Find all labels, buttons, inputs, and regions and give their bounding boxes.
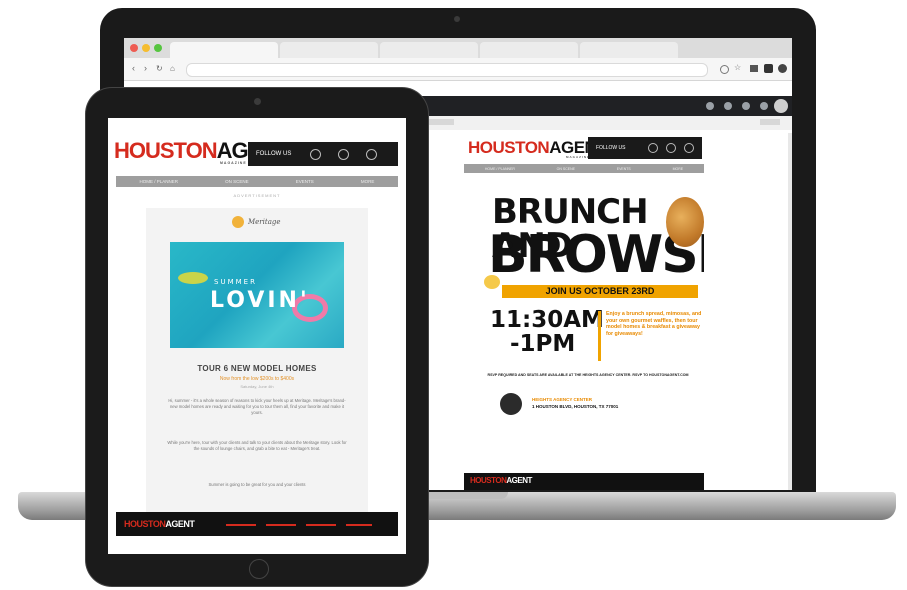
footer-link[interactable] (226, 524, 256, 526)
footer-logo[interactable]: HOUSTONAGENT (124, 520, 195, 529)
waffle-image (666, 197, 704, 247)
email-nav: HOME / PLANNER ON SCENE EVENTS MORE (116, 176, 398, 187)
nav-item-home[interactable]: HOME / PLANNER (140, 179, 179, 184)
follow-us-bar: FOLLOW US (588, 137, 702, 159)
follow-us-bar: FOLLOW US (248, 142, 398, 166)
scrollbar[interactable] (788, 133, 792, 490)
meritage-logo-icon (232, 216, 244, 228)
facebook-icon[interactable] (648, 143, 658, 153)
avatar[interactable] (774, 99, 788, 113)
instagram-icon[interactable] (338, 149, 349, 160)
mimosa-image (484, 275, 500, 289)
twitter-icon[interactable] (684, 143, 694, 153)
extension-icon[interactable] (764, 64, 773, 73)
ad-fine-print: RSVP REQUIRED AND SEATS ARE AVAILABLE AT… (487, 373, 689, 377)
ad-time-start: 11:30AM (490, 307, 604, 333)
venue-logo (500, 393, 522, 415)
houston-agent-logo[interactable]: HOUSTONAGENT MAGAZINE (468, 139, 607, 159)
nav-item-more[interactable]: MORE (361, 179, 375, 184)
nav-item-on-scene[interactable]: ON SCENE (557, 167, 575, 171)
tablet-camera (254, 98, 261, 105)
subheadline: Now from the low $200s to $400s (219, 376, 295, 382)
ad-promo-text: Enjoy a brunch spread, mimosas, and your… (606, 311, 702, 337)
maximize-window-icon[interactable] (154, 44, 162, 52)
ad-time-end: -1PM (510, 331, 576, 357)
apps-icon[interactable] (742, 102, 750, 110)
nav-item-on-scene[interactable]: ON SCENE (225, 179, 249, 184)
forward-icon[interactable]: › (144, 64, 147, 73)
summer-text: SUMMER (214, 278, 257, 286)
venue-name: HEIGHTS AGENCY CENTER (532, 397, 593, 402)
browser-tab[interactable] (580, 42, 678, 58)
date-label (760, 119, 780, 125)
email-footer: HOUSTONAGENT (116, 512, 398, 536)
summer-pool-image[interactable]: SUMMER LOVIN' (170, 242, 344, 348)
browser-tab[interactable] (380, 42, 478, 58)
nav-item-events[interactable]: EVENTS (296, 179, 314, 184)
ad-panel: Meritage SUMMER LOVIN' TOUR 6 NEW MODEL … (146, 208, 368, 518)
nav-item-more[interactable]: MORE (673, 167, 684, 171)
settings-icon[interactable] (724, 102, 732, 110)
divider (598, 311, 601, 361)
footer-link[interactable] (306, 524, 336, 526)
minimize-window-icon[interactable] (142, 44, 150, 52)
tablet-screen: HOUSTONAGENT MAGAZINE FOLLOW US HOME / P… (108, 118, 406, 554)
browser-tab[interactable] (280, 42, 378, 58)
star-icon[interactable]: ☆ (734, 63, 741, 72)
event-date: Saturday, June 4th (240, 384, 274, 389)
email-nav: HOME / PLANNER ON SCENE EVENTS MORE (464, 164, 704, 173)
browser-tab-bar (124, 38, 792, 58)
ad-date-banner: JOIN US OCTOBER 23RD (502, 285, 698, 298)
venue-address: 1 HOUSTON BLVD, HOUSTON, TX 77001 (532, 404, 619, 409)
avatar[interactable] (778, 64, 787, 73)
facebook-icon[interactable] (310, 149, 321, 160)
nav-item-home[interactable]: HOME / PLANNER (485, 167, 515, 171)
tablet-home-button[interactable] (249, 559, 269, 579)
body-paragraph: Summer is going to be great for you and … (208, 482, 306, 487)
email-footer: HOUSTONAGENT (464, 473, 704, 490)
advertisement-label: ADVERTISEMENT (233, 193, 281, 198)
notifications-icon[interactable] (760, 102, 768, 110)
body-paragraph: While you're here, tour with your client… (167, 440, 347, 452)
laptop-camera (454, 16, 460, 22)
footer-link[interactable] (346, 524, 372, 526)
body-paragraph: Hi, summer - it's a whole season of reas… (168, 398, 346, 416)
home-icon[interactable]: ⌂ (170, 64, 175, 73)
browser-toolbar: ‹ › ↻ ⌂ ☆ (124, 58, 792, 81)
help-icon[interactable] (706, 102, 714, 110)
brand-name: Meritage (248, 218, 281, 226)
follow-us-label: FOLLOW US (596, 145, 626, 151)
footer-logo[interactable]: HOUSTONAGENT (470, 477, 532, 485)
follow-us-label: FOLLOW US (256, 151, 292, 157)
zoom-icon[interactable] (720, 65, 729, 74)
back-icon[interactable]: ‹ (132, 64, 135, 73)
float-image (178, 272, 208, 284)
nav-item-events[interactable]: EVENTS (617, 167, 631, 171)
headline: TOUR 6 NEW MODEL HOMES (197, 364, 317, 373)
instagram-icon[interactable] (666, 143, 676, 153)
reload-icon[interactable]: ↻ (156, 64, 163, 73)
twitter-icon[interactable] (366, 149, 377, 160)
footer-link[interactable] (266, 524, 296, 526)
browser-tab[interactable] (170, 42, 278, 58)
address-bar[interactable] (186, 63, 708, 77)
close-window-icon[interactable] (130, 44, 138, 52)
sender-label (424, 119, 454, 125)
email-body: HOUSTONAGENT MAGAZINE FOLLOW US HOME / P… (464, 133, 704, 490)
browser-tab[interactable] (480, 42, 578, 58)
extension-icon[interactable] (750, 65, 758, 72)
lovin-text: LOVIN' (210, 288, 310, 313)
